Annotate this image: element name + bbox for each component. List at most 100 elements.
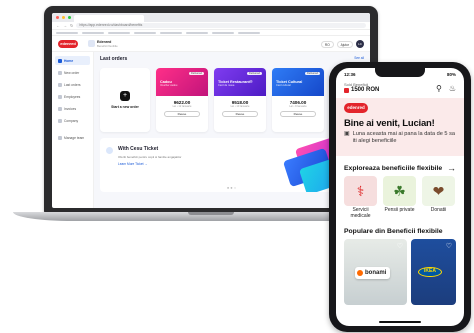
explore-title: Exploreaza beneficiile flexibile: [344, 164, 443, 172]
status-time: 12:36: [344, 71, 356, 77]
people-icon: [58, 94, 62, 99]
reuse-button[interactable]: Reuse: [164, 111, 200, 117]
bookmark[interactable]: [186, 32, 208, 34]
back-icon[interactable]: ←: [56, 23, 60, 28]
piggy-bank-icon: ☘: [383, 176, 416, 206]
close-dot-icon[interactable]: [56, 16, 59, 19]
welcome-banner: edenred Bine ai venit, Lucian! ▣ Luna ac…: [336, 98, 464, 156]
sidebar-item-new-order[interactable]: New order: [55, 68, 90, 77]
arrow-right-icon[interactable]: →: [447, 163, 456, 173]
sidebar-item-label: Company: [64, 118, 79, 123]
order-meta: Lei • 10 Ianuarie: [230, 105, 250, 108]
minimize-dot-icon[interactable]: [62, 16, 65, 19]
stethoscope-icon: ⚕: [344, 176, 377, 206]
sidebar-item-label: New order: [64, 70, 80, 75]
sidebar-item-label: Last orders: [64, 82, 81, 87]
sidebar: Home New order Last orders Employees Inv…: [52, 52, 94, 208]
laptop-screen: ← → ↻ https://app.edenred.ro/dashboard/b…: [52, 13, 370, 208]
order-subtitle: Voucher cadou: [160, 84, 178, 87]
order-meta: Lei • 12 Ianuarie: [172, 105, 192, 108]
category-pensions[interactable]: ☘ Pensii private: [383, 176, 416, 219]
orders-row: + Start a new order Cadou Voucher cadou …: [100, 68, 364, 132]
bookmark[interactable]: [134, 32, 156, 34]
sidebar-item-company[interactable]: Company: [55, 116, 90, 125]
forward-icon[interactable]: →: [63, 23, 67, 28]
cart-icon: [58, 70, 62, 75]
bonami-logo: bonami: [355, 267, 391, 280]
benefit-categories: ⚕ Servicii medicale ☘ Pensii private ❤ D…: [336, 176, 464, 219]
company-subtitle: Beneficii flexibile: [97, 43, 118, 48]
bookmark[interactable]: [56, 32, 78, 34]
balance-icon: [344, 87, 349, 93]
header-actions: RO Ajutor LC: [320, 40, 364, 48]
order-subtitle: Card de masa: [218, 84, 235, 87]
browser-tab-bar: [52, 13, 370, 22]
browser-toolbar: ← → ↻ https://app.edenred.ro/dashboard/b…: [52, 22, 370, 30]
category-medical[interactable]: ⚕ Servicii medicale: [344, 176, 377, 219]
promo-text: Oferiti beneficii pentru copii si famili…: [118, 155, 182, 159]
order-card[interactable]: Cadou Voucher cadou Delivered 9622.00 Le…: [156, 68, 208, 132]
language-button[interactable]: RO: [320, 40, 334, 48]
reload-icon[interactable]: ↻: [70, 23, 73, 28]
bookmark[interactable]: [212, 32, 234, 34]
device-mockup-scene: ← → ↻ https://app.edenred.ro/dashboard/b…: [0, 0, 474, 333]
team-icon: [58, 135, 62, 140]
sidebar-item-manage-team[interactable]: Manage team: [55, 133, 90, 142]
greeting-sub-text: Luna aceasta mai ai pana la data de 5 sa…: [352, 131, 455, 144]
category-label: Pensii private: [384, 207, 415, 213]
category-donations[interactable]: ❤ Donatii: [422, 176, 455, 219]
maximize-dot-icon[interactable]: [68, 16, 71, 19]
list-icon: [58, 82, 62, 87]
new-order-card[interactable]: + Start a new order: [100, 68, 150, 132]
sidebar-item-employees[interactable]: Employees: [55, 92, 90, 101]
sidebar-item-home[interactable]: Home: [55, 56, 90, 65]
address-bar[interactable]: https://app.edenred.ro/dashboard/benefit…: [76, 23, 366, 28]
status-badge: Delivered: [247, 72, 262, 75]
explore-section-header[interactable]: Exploreaza beneficiile flexibile →: [336, 156, 464, 176]
benefit-card-ikea[interactable]: ♡ IKEA: [411, 239, 456, 306]
edenred-logo[interactable]: edenred: [58, 39, 78, 48]
invoice-icon: [58, 106, 62, 111]
reuse-button[interactable]: Reuse: [280, 111, 316, 117]
greeting-subtitle: ▣ Luna aceasta mai ai pana la data de 5 …: [344, 131, 456, 145]
status-badge: Delivered: [189, 72, 204, 75]
plus-icon[interactable]: +: [120, 91, 130, 101]
bonami-dot: [357, 270, 363, 277]
sidebar-item-invoices[interactable]: Invoices: [55, 104, 90, 113]
new-order-label: Start a new order: [111, 105, 139, 109]
category-label: Servicii medicale: [350, 207, 371, 219]
search-icon[interactable]: ⚲: [436, 84, 442, 93]
bell-icon[interactable]: ♨: [449, 84, 456, 93]
phone-screen: 12:36 80% Sold Beneficii 1500 RON ⚲ ♨ ed…: [336, 68, 464, 326]
heart-icon[interactable]: ♡: [397, 242, 403, 250]
see-all-link[interactable]: See all: [354, 56, 364, 60]
balance-amount: 1500 RON: [351, 87, 380, 93]
help-button[interactable]: Ajutor: [336, 40, 353, 48]
sidebar-item-label: Manage team: [64, 135, 85, 140]
avatar[interactable]: LC: [356, 40, 364, 48]
benefit-card-bonami[interactable]: ♡ bonami: [344, 239, 407, 306]
bookmark[interactable]: [108, 32, 130, 34]
home-indicator: [379, 321, 421, 323]
order-card[interactable]: Ticket Restaurant® Card de masa Delivere…: [214, 68, 266, 132]
order-card[interactable]: Ticket Cultural Card cultural Delivered …: [272, 68, 324, 132]
heart-icon[interactable]: ♡: [446, 242, 452, 250]
balance-value: 1500 RON: [344, 87, 379, 93]
ticket-icon: [106, 147, 113, 154]
header-icons: ⚲ ♨: [436, 84, 456, 93]
greeting: Bine ai venit, Lucian!: [344, 118, 435, 129]
company-icon: [88, 40, 95, 47]
carousel-dots[interactable]: ●●○: [227, 185, 237, 190]
sidebar-item-last-orders[interactable]: Last orders: [55, 80, 90, 89]
bookmark[interactable]: [160, 32, 182, 34]
edenred-logo: edenred: [344, 103, 368, 113]
reuse-button[interactable]: Reuse: [222, 111, 258, 117]
company-selector[interactable]: Edenred Beneficii flexibile: [88, 40, 118, 48]
browser-tab[interactable]: [74, 15, 144, 22]
order-meta: Lei • 9 Ianuarie: [289, 105, 307, 108]
bookmark[interactable]: [82, 32, 104, 34]
building-icon: [58, 118, 62, 123]
order-subtitle: Card cultural: [276, 84, 291, 87]
bookmark[interactable]: [238, 32, 260, 34]
brand-name: bonami: [365, 270, 387, 277]
